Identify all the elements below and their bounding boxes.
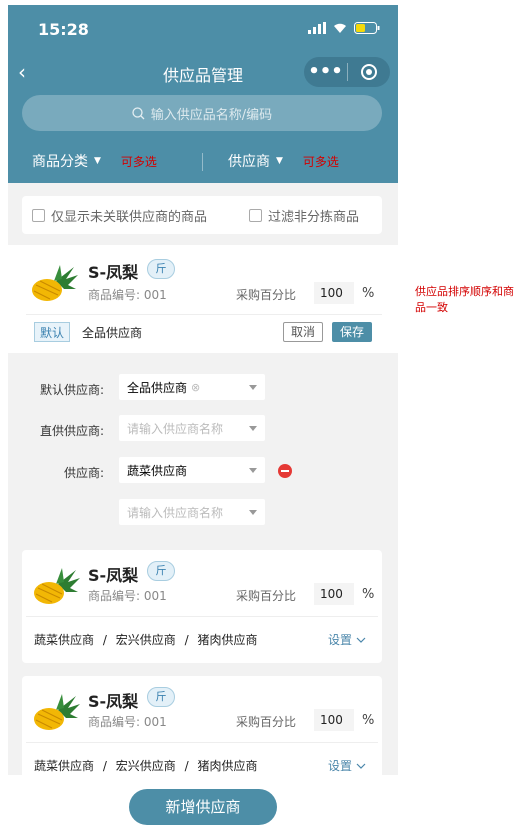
clear-icon[interactable]: ⊗ [191,381,200,394]
default-tag: 默认 [34,322,70,342]
separator: / [184,759,189,773]
only-unlinked-label: 仅显示未关联供应商的商品 [51,209,208,225]
supplier-list: 蔬菜供应商 / 宏兴供应商 / 猪肉供应商 [34,631,257,648]
filter-checkbox-bar: 仅显示未关联供应商的商品 过滤非分拣商品 [22,196,382,234]
purchase-percent-input[interactable]: 100 [314,583,354,605]
product-name: S-凤梨 [88,566,139,585]
direct-supplier-placeholder: 请输入供应商名称 [127,421,224,436]
filter-unsorted-label: 过滤非分拣商品 [268,209,360,225]
default-supplier-select[interactable]: 全品供应商 ⊗ [119,374,265,400]
purchase-percent-label: 采购百分比 [236,288,297,302]
supplier-filter[interactable]: 供应商 ▼ 可多选 [228,141,339,181]
caret-down-icon: ▼ [94,156,101,166]
phone-screen: 15:28 ‹ 供应品管理 ••• 输入供应品名称/编码 商品分类 ▼ 可多选 … [8,5,398,827]
separator: / [102,759,107,773]
extra-supplier-select[interactable]: 请输入供应商名称 [119,499,265,525]
battery-icon [354,22,380,34]
wifi-icon [334,23,346,33]
purchase-percent-label: 采购百分比 [236,589,297,603]
direct-supplier-label: 直供供应商: [39,424,104,438]
supplier-list: 蔬菜供应商 / 宏兴供应商 / 猪肉供应商 [34,757,257,774]
search-icon [132,106,145,119]
chevron-down-icon [356,637,366,643]
annotation-note: 供应品排序顺序和商品一致 [415,285,514,314]
product-card: S-凤梨 斤 商品编号: 001 采购百分比 100 % 蔬菜供应商 / 宏兴供… [22,550,382,663]
cancel-button[interactable]: 取消 [283,322,323,342]
supplier-name: 蔬菜供应商 [34,759,95,773]
filter-divider [202,153,203,171]
purchase-percent-input[interactable]: 100 [314,282,354,304]
product-code: 商品编号: 001 [88,715,167,729]
separator: / [102,633,107,647]
supplier-name: 猪肉供应商 [197,759,258,773]
supplier-select[interactable]: 蔬菜供应商 [119,457,265,483]
product-card: S-凤梨 斤 商品编号: 001 采购百分比 100 % 蔬菜供应商 / 宏兴供… [22,676,382,789]
unit-badge: 斤 [147,687,175,707]
separator: / [184,633,189,647]
status-time: 15:28 [38,20,89,39]
product-name: S-凤梨 [88,692,139,711]
supplier-name: 猪肉供应商 [197,633,258,647]
product-name: S-凤梨 [88,263,139,282]
checkbox-box [32,208,45,222]
checkbox-box [249,208,263,222]
percent-sign: % [362,587,375,602]
default-supplier-name: 全品供应商 [82,326,143,340]
pineapple-image [34,694,80,730]
supplier-label: 供应商: [63,466,104,480]
more-button[interactable]: ••• [304,57,347,87]
search-input[interactable]: 输入供应品名称/编码 [22,95,382,131]
divider [26,742,378,743]
caret-down-icon [249,385,257,390]
remove-icon[interactable] [278,464,292,478]
filter-unsorted-checkbox[interactable]: 过滤非分拣商品 [249,206,359,225]
setting-button[interactable]: 设置 [328,757,366,774]
caret-down-icon: ▼ [276,156,283,166]
purchase-percent-label: 采购百分比 [236,715,297,729]
supplier-name: 宏兴供应商 [115,759,176,773]
direct-supplier-select[interactable]: 请输入供应商名称 [119,415,265,441]
setting-label: 设置 [328,759,353,773]
header: 15:28 ‹ 供应品管理 ••• 输入供应品名称/编码 商品分类 ▼ 可多选 … [8,5,398,183]
category-multi-note: 可多选 [120,154,157,169]
percent-sign: % [362,286,375,301]
chevron-down-icon [356,763,366,769]
product-card: S-凤梨 斤 商品编号: 001 采购百分比 100 % 默认 全品供应商 取消… [8,245,398,353]
caret-down-icon [249,426,257,431]
setting-button[interactable]: 设置 [328,631,366,648]
save-button[interactable]: 保存 [332,322,372,342]
purchase-percent-input[interactable]: 100 [314,709,354,731]
category-filter-label: 商品分类 [32,154,88,170]
default-supplier-value: 全品供应商 [127,380,188,395]
only-unlinked-checkbox[interactable]: 仅显示未关联供应商的商品 [32,206,207,225]
add-supplier-button[interactable]: 新增供应商 [129,789,277,825]
supplier-form: 默认供应商: 全品供应商 ⊗ 直供供应商: 请输入供应商名称 供应商: 蔬菜供应… [8,353,398,540]
caret-down-icon [249,468,257,473]
pineapple-image [32,265,78,301]
setting-label: 设置 [328,633,353,647]
supplier-value: 蔬菜供应商 [127,463,188,478]
signal-icon [308,22,326,34]
supplier-name: 蔬菜供应商 [34,633,95,647]
supplier-filter-label: 供应商 [228,154,270,170]
search-placeholder: 输入供应品名称/编码 [150,107,273,123]
product-code: 商品编号: 001 [88,288,167,302]
percent-sign: % [362,713,375,728]
supplier-name: 宏兴供应商 [115,633,176,647]
divider [26,314,382,315]
mini-program-capsule: ••• [304,57,390,87]
supplier-multi-note: 可多选 [302,154,339,169]
extra-supplier-placeholder: 请输入供应商名称 [127,505,224,520]
divider [26,616,378,617]
category-filter[interactable]: 商品分类 ▼ 可多选 [32,141,157,181]
unit-badge: 斤 [147,259,175,279]
status-icons [308,22,380,34]
unit-badge: 斤 [147,561,175,581]
close-button[interactable] [348,63,390,81]
caret-down-icon [249,510,257,515]
default-supplier-label: 默认供应商: [39,383,104,397]
pineapple-image [34,568,80,604]
product-code: 商品编号: 001 [88,589,167,603]
target-icon [361,64,377,80]
